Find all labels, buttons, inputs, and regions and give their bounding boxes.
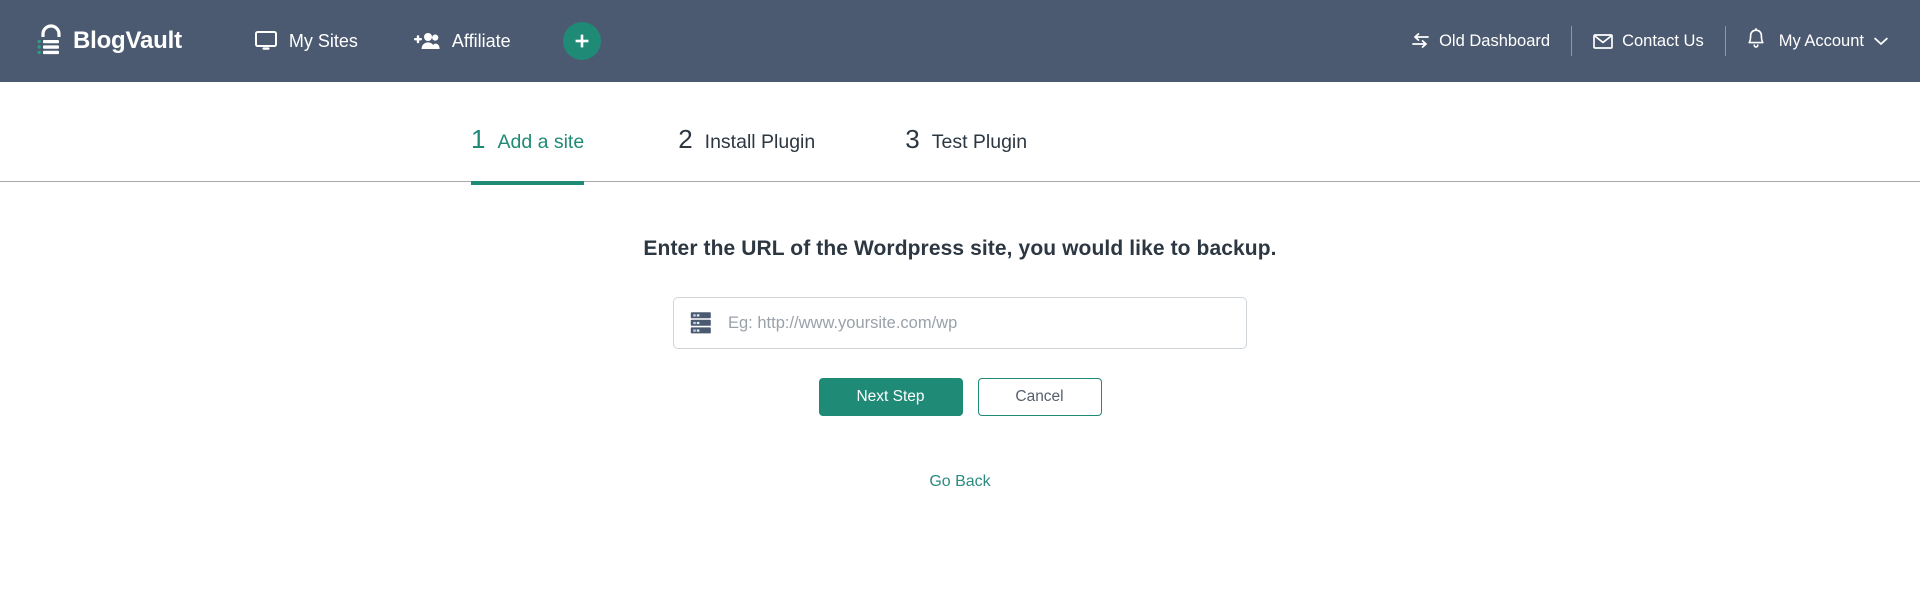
nav-item-affiliate[interactable]: Affiliate	[386, 31, 539, 52]
step-tab-install-plugin[interactable]: 2 Install Plugin	[678, 82, 815, 181]
step-label: Add a site	[497, 131, 585, 153]
nav-item-old-dashboard[interactable]: Old Dashboard	[1394, 32, 1567, 51]
add-site-form: Enter the URL of the Wordpress site, you…	[0, 237, 1920, 491]
padlock-logo-icon	[36, 24, 66, 58]
cancel-button[interactable]: Cancel	[977, 378, 1102, 416]
my-account-menu[interactable]: My Account	[1779, 32, 1894, 51]
plus-icon	[573, 32, 591, 50]
step-number: 3	[905, 124, 920, 154]
my-account-label: My Account	[1778, 31, 1864, 50]
step-label: Test Plugin	[931, 131, 1028, 153]
nav-item-contact-us-label: Contact Us	[1622, 31, 1704, 50]
nav-item-my-sites[interactable]: My Sites	[227, 31, 386, 52]
bell-icon	[1747, 28, 1765, 54]
nav-item-old-dashboard-label: Old Dashboard	[1439, 31, 1551, 50]
nav-divider	[1724, 26, 1726, 56]
step-number: 2	[678, 124, 693, 154]
step-label: Install Plugin	[704, 131, 816, 153]
nav-item-contact-us[interactable]: Contact Us	[1576, 32, 1721, 51]
step-number: 1	[471, 124, 486, 154]
add-people-icon	[413, 31, 440, 51]
monitor-icon	[254, 31, 277, 51]
swap-arrows-icon	[1411, 33, 1430, 49]
notifications-button[interactable]	[1730, 28, 1779, 54]
page-title: Enter the URL of the Wordpress site, you…	[643, 237, 1277, 260]
onboarding-steps: 1 Add a site 2 Install Plugin 3 Test Plu…	[0, 82, 1920, 185]
step-tab-test-plugin[interactable]: 3 Test Plugin	[905, 82, 1027, 181]
secondary-nav: Old Dashboard Contact Us My Account	[1394, 0, 1894, 82]
nav-divider	[1571, 26, 1573, 56]
site-url-input[interactable]	[726, 297, 1230, 349]
add-site-button[interactable]	[562, 22, 601, 60]
next-step-button[interactable]: Next Step	[818, 378, 963, 416]
nav-item-my-sites-label: My Sites	[288, 30, 358, 51]
envelope-icon	[1593, 33, 1613, 49]
step-tab-add-a-site[interactable]: 1 Add a site	[471, 82, 585, 185]
site-url-field[interactable]	[673, 297, 1247, 349]
brand-logo-link[interactable]: BlogVault	[36, 24, 182, 58]
server-stack-icon	[690, 311, 712, 335]
chevron-down-icon	[1874, 32, 1888, 51]
form-actions: Next Step Cancel	[0, 378, 1920, 416]
nav-item-affiliate-label: Affiliate	[451, 30, 511, 51]
brand-name: BlogVault	[73, 27, 182, 54]
url-field-row	[0, 297, 1920, 349]
top-navigation-bar: BlogVault My Sites Affiliate Old Dashboa…	[0, 0, 1920, 82]
primary-nav: My Sites Affiliate	[227, 22, 601, 60]
go-back-link[interactable]: Go Back	[929, 473, 990, 491]
